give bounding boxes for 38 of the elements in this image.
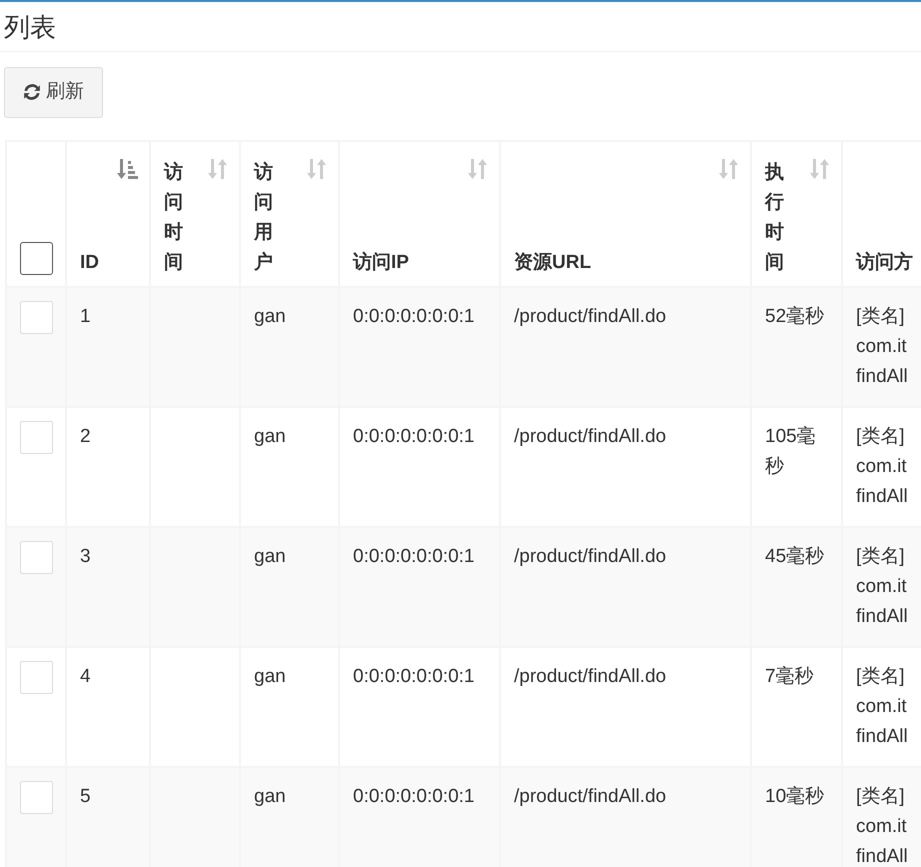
refresh-button[interactable]: 刷新: [4, 67, 103, 118]
table-cell: gan: [240, 526, 339, 647]
table-cell: 7毫秒: [751, 646, 842, 767]
column-header[interactable]: 执行时间: [751, 140, 842, 287]
table-cell: [类名] com.it findAll: [842, 766, 921, 867]
table-cell: [类名] com.it findAll: [842, 526, 921, 647]
table-cell: gan: [240, 286, 339, 407]
sort-icon[interactable]: [207, 158, 229, 180]
refresh-icon: [23, 83, 41, 102]
page-title: 列表: [0, 2, 921, 52]
table-cell: 2: [66, 406, 150, 527]
table-cell: 5: [66, 766, 150, 867]
table-cell: 10毫秒: [751, 766, 842, 867]
checkbox[interactable]: [20, 242, 53, 275]
sort-icon[interactable]: [467, 158, 489, 180]
column-header[interactable]: 访问时间: [150, 140, 240, 287]
table-cell: 45毫秒: [751, 526, 842, 647]
column-header[interactable]: 访问IP: [339, 140, 500, 287]
sort-icon[interactable]: [306, 158, 328, 180]
sort-icon[interactable]: [809, 158, 831, 180]
table-cell: 0:0:0:0:0:0:0:1: [339, 526, 500, 647]
table-cell: 4: [66, 646, 150, 767]
sort-ascending-icon[interactable]: [117, 158, 139, 180]
column-header[interactable]: ID: [66, 140, 150, 287]
table-cell: /product/findAll.do: [500, 526, 751, 647]
table-cell: /product/findAll.do: [500, 286, 751, 407]
table-cell: /product/findAll.do: [500, 766, 751, 867]
table-cell: 1: [66, 286, 150, 407]
column-header[interactable]: 资源URL: [500, 140, 751, 287]
table-cell: 52毫秒: [751, 286, 842, 407]
table-cell: 105毫秒: [751, 406, 842, 527]
table-cell: 0:0:0:0:0:0:0:1: [339, 766, 500, 867]
table-cell: gan: [240, 766, 339, 867]
table-cell: 0:0:0:0:0:0:0:1: [339, 286, 500, 407]
column-header[interactable]: 访问用户: [240, 140, 339, 287]
table-cell: 3: [66, 526, 150, 647]
table-cell: [类名] com.it findAll: [842, 286, 921, 407]
sort-icon[interactable]: [718, 158, 740, 180]
